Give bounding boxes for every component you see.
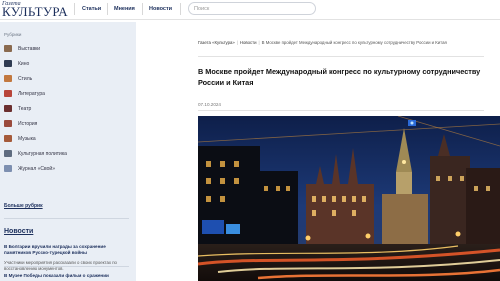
rubrics-title: Рубрики (4, 32, 22, 37)
nav-divider (107, 3, 108, 15)
sidebar-item-literature[interactable]: Литература (4, 89, 129, 99)
breadcrumb-news[interactable]: Новости (240, 40, 257, 45)
sidebar-item-label: Стиль (18, 76, 33, 82)
sidebar-item-magazine[interactable]: Журнал «Свой» (4, 164, 129, 174)
sidebar-item-label: Литература (18, 91, 45, 97)
article: Газета «Культура» | Новости | В Москве пройд… (198, 22, 500, 281)
nav-divider (142, 3, 143, 15)
site-header: Газета КУЛЬТУРА Статьи Мнения Новости (0, 0, 500, 20)
sidebar-item-label: Культурная политика (18, 151, 67, 157)
nav-news[interactable]: Новости (149, 5, 172, 13)
main-content: Газета «Культура» | Новости | В Москве пройд… (136, 22, 500, 281)
breadcrumb-separator: | (258, 40, 260, 45)
breadcrumb-current: В Москве пройдет Международный конгресс … (261, 40, 447, 45)
magazine-icon (4, 165, 12, 172)
date-divider (198, 110, 484, 111)
news-heading[interactable]: Новости (4, 228, 33, 235)
sidebar-divider (4, 218, 129, 219)
article-photo (198, 116, 500, 281)
site-logo[interactable]: Газета КУЛЬТУРА (2, 1, 68, 18)
sidebar-item-label: Музыка (18, 136, 36, 142)
article-headline: В Москве пройдет Международный конгресс … (198, 67, 481, 87)
music-icon (4, 135, 12, 142)
sidebar-item-theatre[interactable]: Театр (4, 104, 129, 114)
sidebar-item-history[interactable]: История (4, 119, 129, 129)
news-item-title[interactable]: В Болгарии вручили награды за сохранение… (4, 244, 130, 256)
sidebar-item-label: Театр (18, 106, 32, 112)
sidebar-item-music[interactable]: Музыка (4, 134, 129, 144)
sidebar-item-label: История (18, 121, 38, 127)
more-rubrics-link[interactable]: Больше рубрик (4, 203, 43, 209)
style-icon (4, 75, 12, 82)
cinema-icon (4, 60, 12, 67)
logo-big-text: КУЛЬТУРА (2, 4, 68, 19)
sidebar-divider (4, 266, 129, 267)
exhibition-icon (4, 45, 12, 52)
search-input[interactable] (194, 4, 304, 14)
sidebar-item-label: Кино (18, 61, 30, 67)
breadcrumb: Газета «Культура» | Новости | В Москве пройд… (198, 40, 447, 48)
sidebar: Рубрики Выставки Кино Стиль Литература Т… (0, 22, 136, 281)
sidebar-item-style[interactable]: Стиль (4, 74, 129, 84)
theatre-icon (4, 105, 12, 112)
cultural-policy-icon (4, 150, 12, 157)
breadcrumb-divider (198, 56, 484, 57)
breadcrumb-separator: | (236, 40, 238, 45)
sidebar-item-exhibitions[interactable]: Выставки (4, 44, 129, 54)
breadcrumb-home[interactable]: Газета «Культура» (198, 40, 235, 45)
news-item-title[interactable]: В Музее Победы показали фильм о сражении (4, 273, 130, 279)
nav-divider (180, 3, 181, 15)
sidebar-item-cinema[interactable]: Кино (4, 59, 129, 69)
sidebar-item-label: Журнал «Свой» (18, 166, 55, 172)
nav-articles[interactable]: Статьи (82, 5, 101, 13)
sidebar-item-label: Выставки (18, 46, 41, 52)
search-box[interactable] (188, 2, 316, 15)
article-date: 07.10.2024 (198, 102, 221, 107)
nav-divider (74, 3, 75, 15)
sidebar-item-cultural-policy[interactable]: Культурная политика (4, 149, 129, 159)
history-icon (4, 120, 12, 127)
nav-opinions[interactable]: Мнения (114, 5, 135, 13)
literature-icon (4, 90, 12, 97)
